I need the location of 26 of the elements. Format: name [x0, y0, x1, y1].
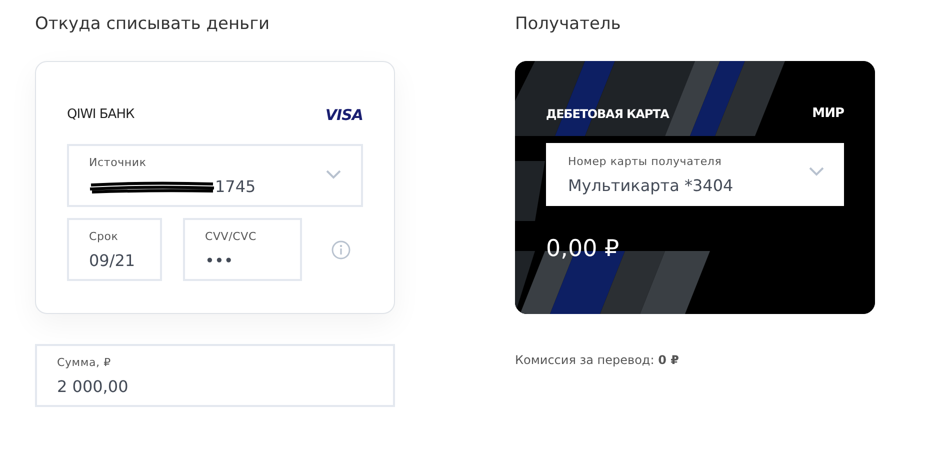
field-value: Мультикарта *3404 [568, 174, 734, 196]
amount-field[interactable]: Сумма, ₽ 2 000,00 [35, 344, 395, 407]
expiry-field[interactable]: Срок 09/21 [67, 218, 162, 281]
source-select[interactable]: Источник 1745 [67, 144, 363, 207]
recipient-card-select[interactable]: Номер карты получателя Мультикарта *3404 [546, 143, 844, 206]
info-icon[interactable] [331, 240, 351, 260]
field-value: ••• [205, 250, 234, 272]
card-network-logo: МИР [812, 105, 844, 124]
section-title: Получатель [515, 13, 622, 36]
field-label: Источник [89, 155, 148, 171]
field-label: Срок [89, 229, 120, 245]
bank-name: QIWI БАНК [67, 106, 134, 124]
field-value: 1745 [215, 176, 256, 198]
chevron-down-icon [326, 170, 341, 179]
commission-text: Комиссия за перевод: 0 ₽ [515, 352, 680, 369]
field-value: 09/21 [89, 250, 136, 272]
field-label: Сумма, ₽ [57, 355, 112, 371]
cvv-field[interactable]: CVV/CVC ••• [183, 218, 302, 281]
field-label: Номер карты получателя [568, 154, 723, 170]
section-title: Откуда списывать деньги [35, 13, 271, 36]
card-balance: 0,00 ₽ [546, 235, 620, 264]
card-type-label: ДЕБЕТОВАЯ КАРТА [546, 106, 669, 123]
field-label: CVV/CVC [205, 229, 258, 245]
chevron-down-icon [809, 167, 824, 176]
card-network-logo: VISA [325, 104, 363, 126]
field-value: 2 000,00 [57, 376, 130, 398]
